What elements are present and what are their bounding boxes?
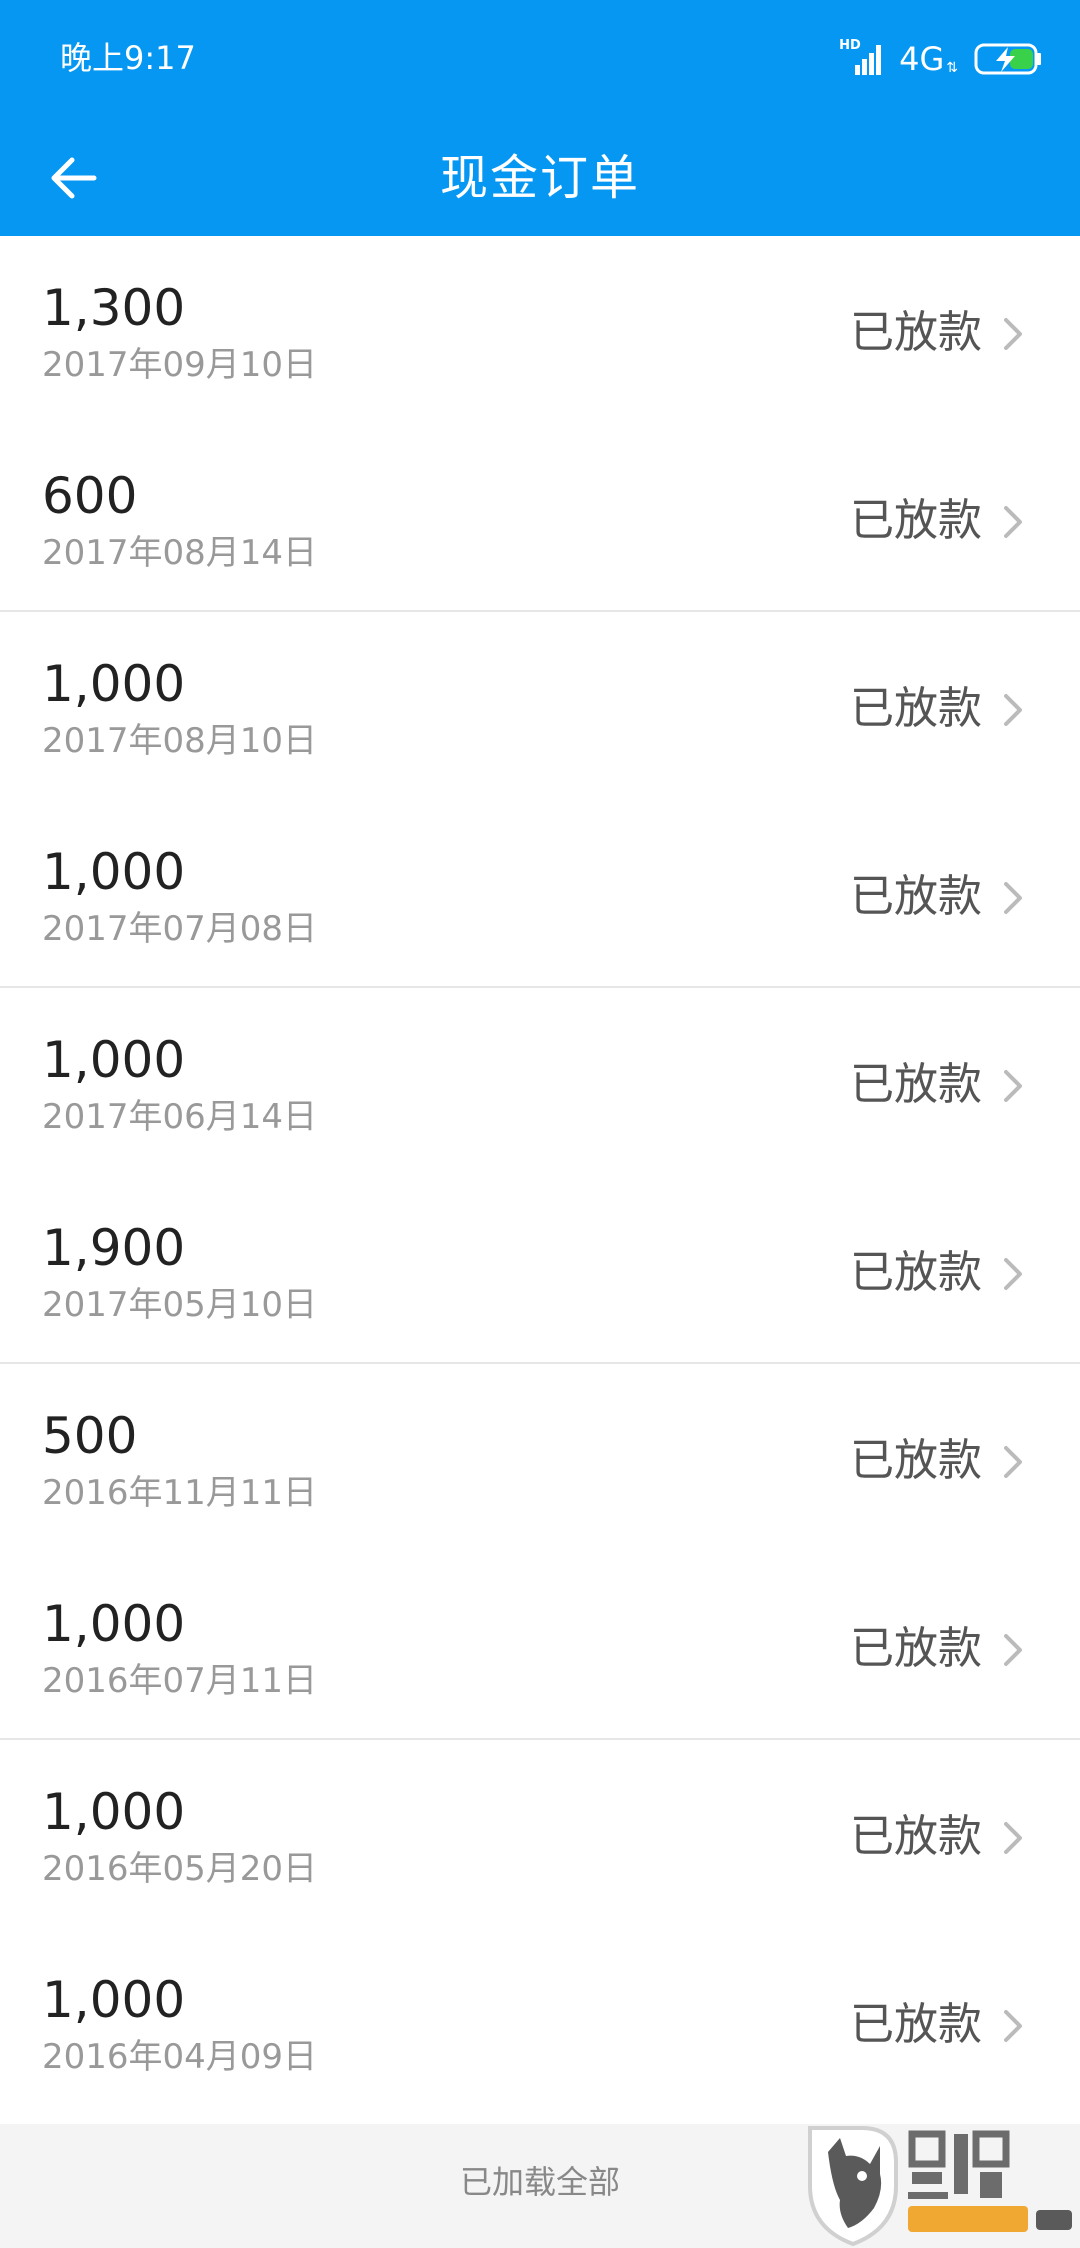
chevron-right-icon	[1004, 318, 1022, 350]
black-cat-watermark-logo	[808, 2126, 1072, 2247]
battery-charging-icon	[974, 43, 1041, 75]
order-row[interactable]: 1,300 2017年09月10日 已放款	[0, 236, 1080, 424]
order-amount: 1,000	[42, 655, 186, 713]
chevron-right-icon	[1004, 506, 1022, 538]
order-row[interactable]: 1,000 2016年05月20日 已放款	[0, 1740, 1080, 1928]
order-status: 已放款	[850, 1247, 982, 1298]
network-type: 4G	[899, 40, 945, 78]
app-header: 晚上9:17 HD 4G ⇅ 现金订单	[0, 0, 1080, 236]
status-bar: 晚上9:17 HD 4G ⇅	[0, 0, 1080, 118]
order-date: 2017年05月10日	[42, 1285, 318, 1325]
order-amount: 1,000	[42, 1595, 186, 1653]
order-date: 2017年08月10日	[42, 721, 318, 761]
order-status: 已放款	[850, 1811, 982, 1862]
order-row[interactable]: 1,000 2016年07月11日 已放款	[0, 1552, 1080, 1740]
order-status: 已放款	[850, 871, 982, 922]
order-date: 2016年05月20日	[42, 1849, 318, 1889]
chevron-right-icon	[1004, 1634, 1022, 1666]
order-amount: 1,000	[42, 1031, 186, 1089]
order-row[interactable]: 1,900 2017年05月10日 已放款	[0, 1176, 1080, 1364]
status-time: 晚上9:17	[60, 39, 196, 77]
order-status: 已放款	[850, 683, 982, 734]
chevron-right-icon	[1004, 694, 1022, 726]
nav-bar: 现金订单	[0, 118, 1080, 236]
order-amount: 1,300	[42, 279, 186, 337]
order-row[interactable]: 600 2017年08月14日 已放款	[0, 424, 1080, 612]
order-amount: 1,000	[42, 843, 186, 901]
data-arrows-icon: ⇅	[946, 60, 958, 76]
order-amount: 500	[42, 1407, 138, 1465]
order-date: 2016年11月11日	[42, 1473, 318, 1513]
order-date: 2017年06月14日	[42, 1097, 318, 1137]
network-indicator: 4G ⇅	[899, 39, 958, 79]
chevron-right-icon	[1004, 1070, 1022, 1102]
order-row[interactable]: 1,000 2017年06月14日 已放款	[0, 988, 1080, 1176]
order-status: 已放款	[850, 1435, 982, 1486]
page-title: 现金订单	[439, 150, 640, 206]
order-status: 已放款	[850, 1623, 982, 1674]
order-row[interactable]: 1,000 2017年07月08日 已放款	[0, 800, 1080, 988]
order-status: 已放款	[850, 1999, 982, 2050]
order-amount: 1,000	[42, 1783, 186, 1841]
order-row[interactable]: 1,000 2016年04月09日 已放款	[0, 1928, 1080, 2116]
status-indicators: HD 4G ⇅	[839, 36, 1044, 82]
order-row[interactable]: 1,000 2017年08月10日 已放款	[0, 612, 1080, 800]
order-date: 2017年09月10日	[42, 345, 318, 385]
order-amount: 600	[42, 467, 138, 525]
order-status: 已放款	[850, 1059, 982, 1110]
chevron-right-icon	[1004, 2010, 1022, 2042]
order-status: 已放款	[850, 307, 982, 358]
order-row[interactable]: 500 2016年11月11日 已放款	[0, 1364, 1080, 1552]
order-amount: 1,900	[42, 1219, 186, 1277]
chevron-right-icon	[1004, 882, 1022, 914]
order-date: 2017年08月14日	[42, 533, 318, 573]
chevron-right-icon	[1004, 1822, 1022, 1854]
signal-indicator: HD	[839, 39, 885, 79]
order-amount: 1,000	[42, 1971, 186, 2029]
order-list: 1,300 2017年09月10日 已放款 600 2017年08月14日 已放…	[0, 236, 1080, 2116]
order-date: 2016年07月11日	[42, 1661, 318, 1701]
chevron-right-icon	[1004, 1446, 1022, 1478]
signal-icon	[855, 45, 882, 75]
chevron-right-icon	[1004, 1258, 1022, 1290]
order-date: 2017年07月08日	[42, 909, 318, 949]
order-date: 2016年04月09日	[42, 2037, 318, 2077]
order-status: 已放款	[850, 495, 982, 546]
